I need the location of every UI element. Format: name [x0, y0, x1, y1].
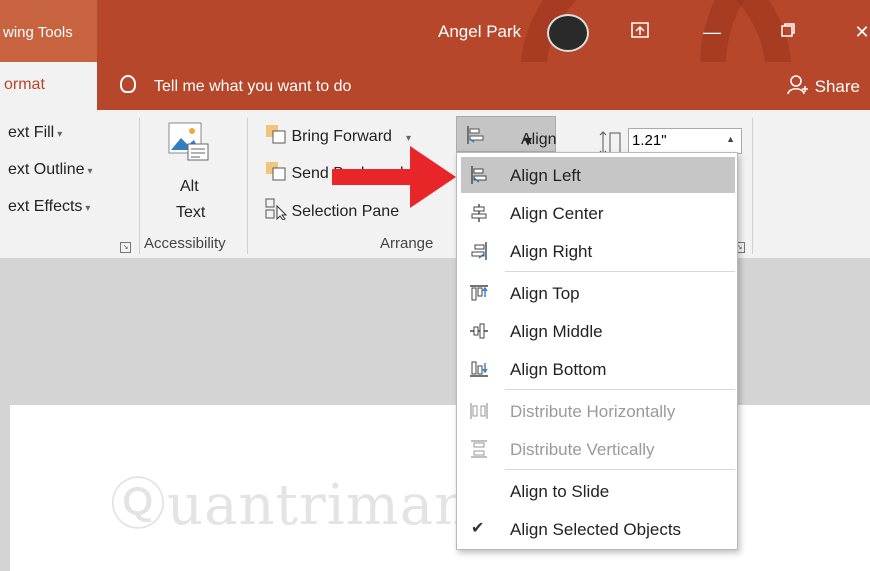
spin-up-icon[interactable]: ▲	[726, 127, 735, 151]
shape-height-value: 1.21"	[632, 132, 667, 149]
share-label: Share	[814, 77, 860, 96]
menu-item-align-middle[interactable]: Align Middle	[457, 313, 737, 349]
bring-forward-button[interactable]: Bring Forward ▾	[265, 124, 411, 146]
menu-item-align-bottom[interactable]: Align Bottom	[457, 351, 737, 387]
align-dropdown-menu: Align Left Align Center Align Right Alig…	[456, 152, 738, 550]
menu-item-label: Align Selected Objects	[510, 520, 682, 539]
menu-item-label: Align Center	[510, 204, 604, 223]
watermark-logo: Ⓠuantrimang	[110, 473, 509, 538]
menu-item-label: Distribute Vertically	[510, 440, 655, 459]
group-separator	[752, 118, 753, 254]
arrange-group-label: Arrange	[380, 235, 434, 252]
align-button[interactable]: Align ▾	[456, 116, 557, 152]
alt-text-icon	[168, 122, 209, 161]
align-icon	[467, 126, 484, 144]
red-arrow-annotation	[332, 146, 456, 208]
distribute-horizontally-icon	[470, 403, 488, 419]
text-outline-label: ext Outline	[8, 161, 85, 178]
chevron-down-icon: ▾	[405, 133, 411, 144]
tab-format-label: ormat	[4, 76, 45, 93]
text-fill-button[interactable]: ext Fill ▾	[8, 124, 62, 142]
selection-pane-icon	[265, 198, 288, 221]
chevron-down-icon: ▾	[87, 166, 93, 177]
group-separator	[139, 118, 140, 254]
text-effects-label: ext Effects	[8, 198, 83, 215]
bring-forward-label: Bring Forward	[291, 128, 392, 145]
chevron-down-icon: ▾	[524, 133, 533, 150]
user-name[interactable]: Angel Park	[438, 22, 521, 42]
alt-text-line2: Text	[176, 204, 206, 221]
align-left-icon	[471, 166, 487, 184]
close-icon[interactable]: ✕	[842, 14, 870, 50]
minimize-icon[interactable]: —	[692, 14, 732, 50]
text-outline-button[interactable]: ext Outline ▾	[8, 161, 93, 179]
menu-item-label: Distribute Horizontally	[510, 402, 676, 421]
chevron-down-icon: ▾	[57, 129, 63, 140]
distribute-vertically-icon	[471, 440, 487, 458]
tab-format[interactable]: ormat	[0, 62, 97, 110]
menu-item-label: Align Right	[510, 242, 593, 261]
text-effects-button[interactable]: ext Effects ▾	[8, 198, 90, 216]
menu-item-align-right[interactable]: Align Right	[457, 233, 737, 269]
align-middle-icon	[470, 323, 488, 339]
restore-icon[interactable]	[768, 14, 808, 50]
share-button[interactable]: Share	[786, 75, 860, 97]
menu-separator	[505, 389, 735, 390]
alt-text-line1: Alt	[180, 178, 199, 195]
lightbulb-icon	[120, 75, 136, 93]
drawing-tools-label: wing Tools	[3, 24, 73, 41]
tell-me-text: Tell me what you want to do	[154, 78, 352, 95]
avatar[interactable]	[547, 14, 589, 52]
menu-item-label: Align to Slide	[510, 482, 610, 501]
tell-me-box[interactable]: Tell me what you want to do	[120, 75, 351, 96]
shape-height-input[interactable]: 1.21" ▲	[628, 128, 742, 154]
align-center-icon	[471, 204, 487, 222]
person-icon	[786, 75, 808, 95]
ribbon-display-options-icon[interactable]	[620, 14, 660, 50]
title-bar: wing Tools Angel Park — ✕	[0, 0, 870, 62]
text-fill-label: ext Fill	[8, 124, 55, 141]
wordart-dialog-launcher-icon[interactable]: ↘	[120, 236, 135, 254]
menu-item-align-to-slide[interactable]: Align to Slide	[457, 473, 737, 509]
menu-item-distribute-vertically[interactable]: Distribute Vertically	[457, 431, 737, 467]
menu-separator	[505, 469, 735, 470]
slide-canvas-area	[0, 258, 870, 405]
bring-forward-icon	[266, 125, 286, 144]
send-backward-icon	[266, 162, 286, 181]
menu-separator	[505, 271, 735, 272]
menu-item-label: Align Left	[510, 166, 581, 185]
menu-item-align-selected-objects[interactable]: ✔ Align Selected Objects	[457, 511, 737, 547]
menu-item-align-left[interactable]: Align Left	[461, 157, 735, 193]
menu-item-label: Align Middle	[510, 322, 603, 341]
accessibility-group-label: Accessibility	[144, 235, 226, 252]
align-bottom-icon	[470, 361, 488, 377]
menu-item-distribute-horizontally[interactable]: Distribute Horizontally	[457, 393, 737, 429]
chevron-down-icon: ▾	[85, 203, 91, 214]
menu-item-align-top[interactable]: Align Top	[457, 275, 737, 311]
align-right-icon	[471, 242, 487, 260]
menu-item-align-center[interactable]: Align Center	[457, 195, 737, 231]
drawing-tools-context: wing Tools	[0, 0, 97, 62]
menu-item-label: Align Top	[510, 284, 580, 303]
align-top-icon	[470, 285, 488, 301]
group-separator	[247, 118, 248, 254]
menu-item-label: Align Bottom	[510, 360, 607, 379]
checkmark-icon: ✔	[471, 520, 485, 537]
